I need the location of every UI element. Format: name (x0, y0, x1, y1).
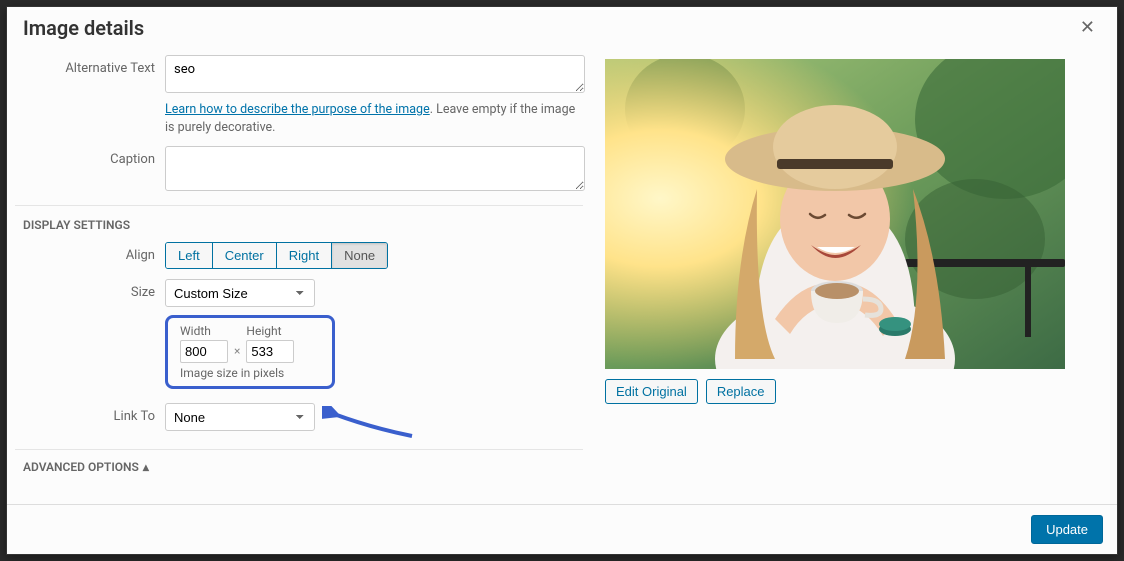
advanced-options-label: Advanced Options (23, 460, 139, 474)
modal-title: Image details (23, 16, 144, 40)
alt-text-input[interactable]: seo (165, 55, 585, 93)
edit-original-button[interactable]: Edit Original (605, 379, 698, 404)
size-multiply-icon: × (234, 344, 240, 363)
align-button-group: Left Center Right None (165, 242, 388, 269)
caption-input[interactable] (165, 146, 585, 191)
close-icon[interactable]: ✕ (1074, 15, 1101, 41)
align-label: Align (15, 242, 165, 269)
width-label: Width (180, 324, 228, 338)
modal-body: Alternative Text seo Learn how to descri… (7, 47, 1117, 504)
align-left-button[interactable]: Left (166, 243, 213, 268)
alt-text-help: Learn how to describe the purpose of the… (165, 101, 585, 136)
image-preview (605, 59, 1065, 369)
size-label: Size (15, 279, 165, 389)
advanced-options-toggle[interactable]: Advanced Options ▴ (23, 460, 149, 474)
linkto-label: Link To (15, 403, 165, 431)
size-hint: Image size in pixels (180, 366, 320, 380)
align-right-button[interactable]: Right (277, 243, 332, 268)
modal-footer: Update (7, 504, 1117, 554)
display-settings-title: Display Settings (15, 205, 583, 242)
modal-header: Image details ✕ (7, 7, 1117, 47)
linkto-select[interactable]: None (165, 403, 315, 431)
align-center-button[interactable]: Center (213, 243, 277, 268)
height-input[interactable] (246, 340, 294, 363)
image-details-modal: Image details ✕ Alternative Text seo Lea… (6, 6, 1118, 555)
preview-pane: Edit Original Replace (595, 51, 1117, 504)
width-input[interactable] (180, 340, 228, 363)
alt-text-label: Alternative Text (15, 55, 165, 136)
align-none-button[interactable]: None (332, 243, 387, 268)
custom-size-box: Width × Height Image size in pixels (165, 315, 335, 389)
caret-up-icon: ▴ (143, 460, 149, 474)
caption-label: Caption (15, 146, 165, 195)
settings-pane: Alternative Text seo Learn how to descri… (15, 51, 595, 504)
alt-help-link[interactable]: Learn how to describe the purpose of the… (165, 102, 430, 117)
height-label: Height (246, 324, 294, 338)
size-select[interactable]: Custom Size (165, 279, 315, 307)
replace-button[interactable]: Replace (706, 379, 776, 404)
update-button[interactable]: Update (1031, 515, 1103, 544)
